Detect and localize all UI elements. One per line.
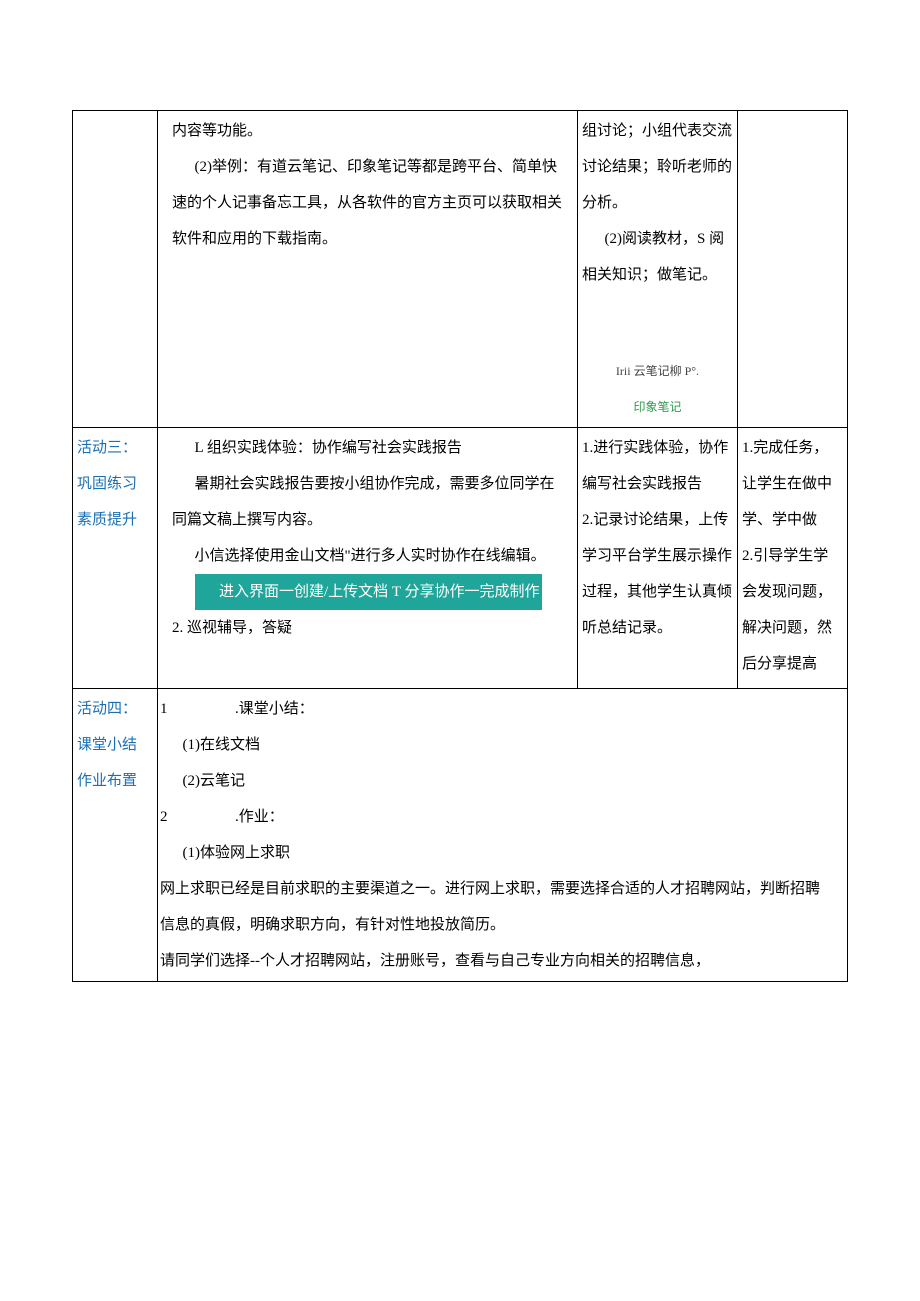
text: 2.引导学生学会发现问题，解决问题，然后分享提高 <box>742 548 832 672</box>
activity-label: 活动四： <box>77 701 137 717</box>
text: 2.记录讨论结果，上传学习平台学生展示操作过程，其他学生认真倾听总结记录。 <box>582 512 732 636</box>
activity-label: 素质提升 <box>77 512 137 528</box>
table-row: 活动三： 巩固练习 素质提升 L 组织实践体验：协作编写社会实践报告 暑期社会实… <box>73 428 848 689</box>
note-brand: Irii 云笔记柳 P°. <box>616 364 699 378</box>
cell-r3c1: 活动四： 课堂小结 作业布置 <box>73 689 158 982</box>
cell-r1c1 <box>73 111 158 428</box>
activity-label: 作业布置 <box>77 773 137 789</box>
text: .作业： <box>235 809 284 825</box>
text: 暑期社会实践报告要按小组协作完成，需要多位同学在同篇文稿上撰写内容。 <box>172 466 563 538</box>
text: (2)阅读教材，S 阅相关知识；做笔记。 <box>582 221 733 293</box>
text: 2 <box>160 809 168 825</box>
text: (2)举例：有道云笔记、印象笔记等都是跨平台、简单快速的个人记事备忘工具，从各软… <box>172 149 563 257</box>
activity-label: 课堂小结 <box>77 737 137 753</box>
lesson-plan-table: 内容等功能。 (2)举例：有道云笔记、印象笔记等都是跨平台、简单快速的个人记事备… <box>72 110 848 982</box>
cell-r3c2: 1 .课堂小结： (1)在线文档 (2)云笔记 2 .作业： (1)体验网上求职… <box>158 689 848 982</box>
text: 小信选择使用金山文档"进行多人实时协作在线编辑。 <box>172 538 563 574</box>
cell-r2c2: L 组织实践体验：协作编写社会实践报告 暑期社会实践报告要按小组协作完成，需要多… <box>158 428 578 689</box>
text: (1)体验网上求职 <box>160 835 833 871</box>
table-row: 内容等功能。 (2)举例：有道云笔记、印象笔记等都是跨平台、简单快速的个人记事备… <box>73 111 848 428</box>
text: 组讨论；小组代表交流讨论结果；聆听老师的分析。 <box>582 123 732 211</box>
cell-r1c2: 内容等功能。 (2)举例：有道云笔记、印象笔记等都是跨平台、简单快速的个人记事备… <box>158 111 578 428</box>
text: 网上求职已经是目前求职的主要渠道之一。进行网上求职，需要选择合适的人才招聘网站，… <box>160 881 820 933</box>
cell-r1c4 <box>738 111 848 428</box>
highlight-step: 进入界面一创建/上传文档 T 分享协作一完成制作 <box>195 574 542 610</box>
text: (1)在线文档 <box>160 727 833 763</box>
note-brand: 印象笔记 <box>633 400 681 414</box>
text: 2. 巡视辅导，答疑 <box>172 620 292 636</box>
text: 1.进行实践体验，协作编写社会实践报告 <box>582 440 728 492</box>
table-row: 活动四： 课堂小结 作业布置 1 .课堂小结： (1)在线文档 (2)云笔记 2… <box>73 689 848 982</box>
text: 内容等功能。 <box>172 123 262 139</box>
activity-label: 活动三： <box>77 440 137 456</box>
cell-r2c3: 1.进行实践体验，协作编写社会实践报告 2.记录讨论结果，上传学习平台学生展示操… <box>578 428 738 689</box>
text: (2)云笔记 <box>160 763 833 799</box>
text: 1 <box>160 701 168 717</box>
cell-r2c1: 活动三： 巩固练习 素质提升 <box>73 428 158 689</box>
text: .课堂小结： <box>235 701 314 717</box>
cell-r1c3: 组讨论；小组代表交流讨论结果；聆听老师的分析。 (2)阅读教材，S 阅相关知识；… <box>578 111 738 428</box>
cell-r2c4: 1.完成任务，让学生在做中学、学中做 2.引导学生学会发现问题，解决问题，然后分… <box>738 428 848 689</box>
text: L 组织实践体验：协作编写社会实践报告 <box>172 430 563 466</box>
activity-label: 巩固练习 <box>77 476 137 492</box>
text: 1.完成任务，让学生在做中学、学中做 <box>742 440 832 528</box>
text: 请同学们选择--个人才招聘网站，注册账号，查看与自己专业方向相关的招聘信息， <box>160 953 710 969</box>
